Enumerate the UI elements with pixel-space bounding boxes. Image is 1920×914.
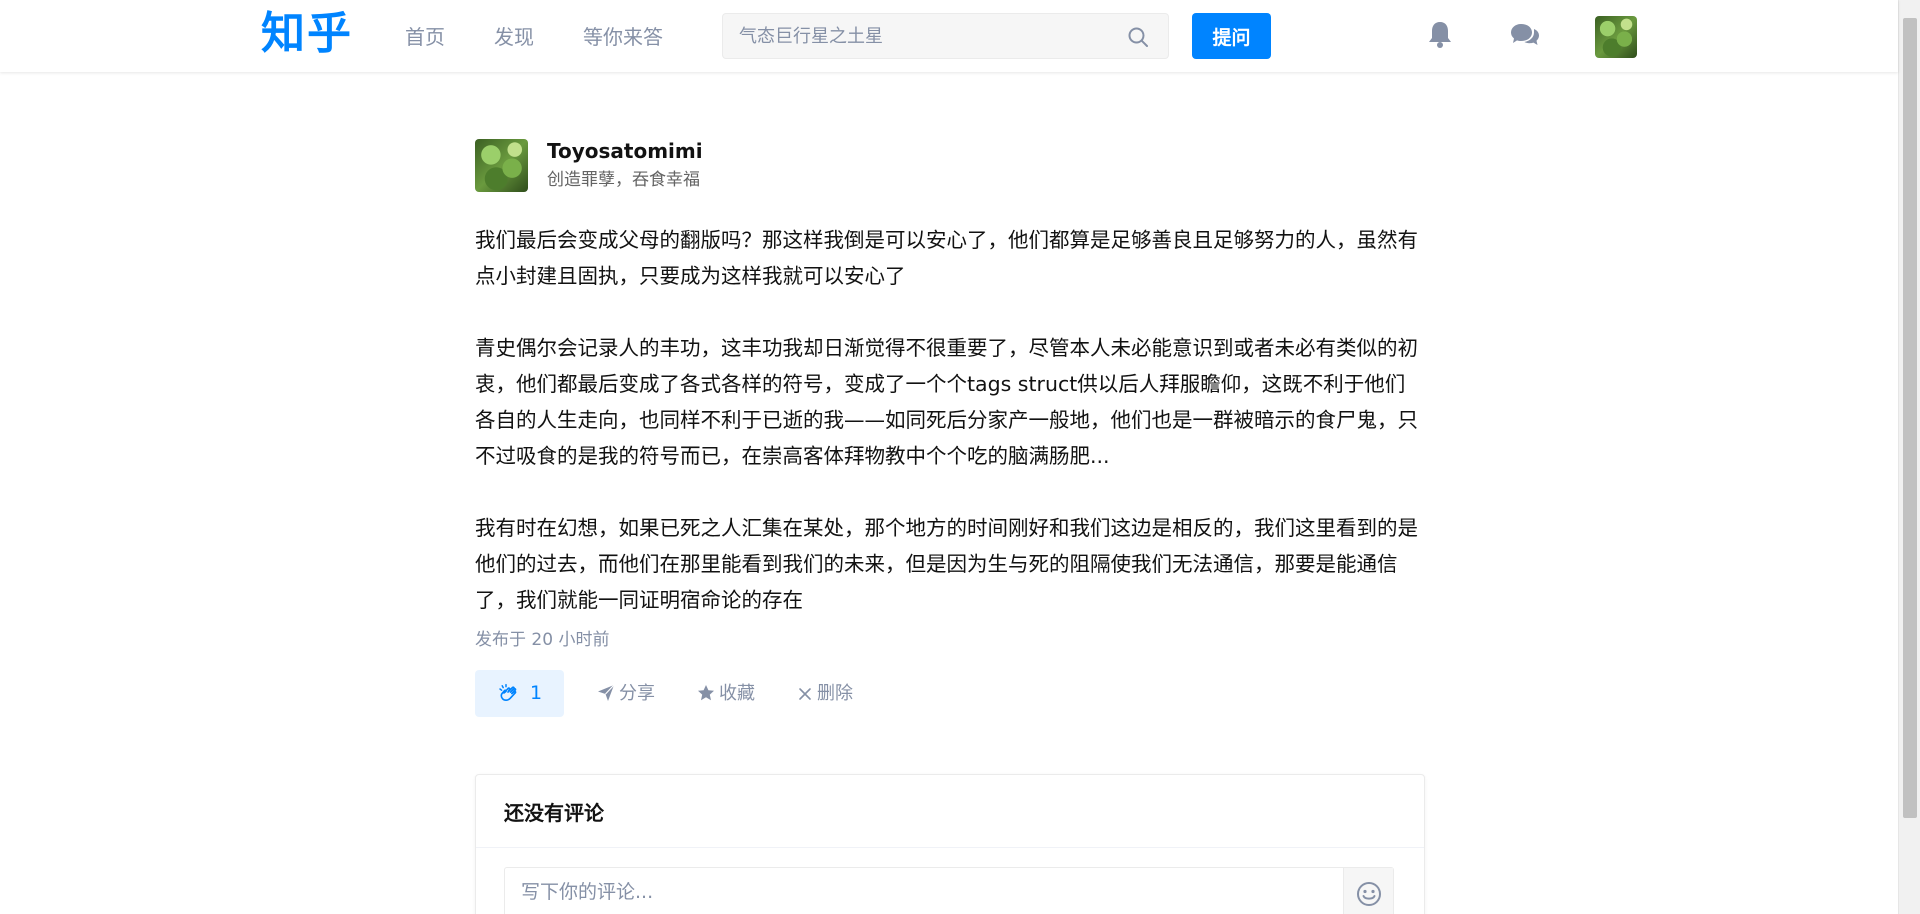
scrollbar-thumb[interactable]: [1903, 18, 1917, 818]
page-scrollbar[interactable]: [1898, 0, 1920, 914]
author-bio: 创造罪孽，吞食幸福: [547, 170, 700, 190]
divider: [476, 847, 1424, 848]
share-button[interactable]: 分享: [597, 682, 655, 706]
chat-bubbles-icon[interactable]: [1509, 18, 1541, 50]
post-time: 发布于 20 小时前: [475, 630, 610, 650]
comments-section: 还没有评论: [475, 774, 1425, 914]
bell-icon[interactable]: [1424, 18, 1456, 50]
comments-title: 还没有评论: [504, 801, 604, 825]
zhihu-logo[interactable]: 知乎: [261, 8, 353, 60]
collect-button[interactable]: 收藏: [697, 682, 755, 706]
comment-input[interactable]: [521, 868, 1321, 914]
post-paragraph: 青史偶尔会记录人的丰功，这丰功我却日渐觉得不很重要了，尽管本人未必能意识到或者未…: [475, 336, 1418, 468]
action-bar: 1 分享 收藏 删除: [475, 670, 1425, 718]
top-navbar: 知乎 首页 发现 等你来答 提问: [0, 0, 1898, 72]
post-content: 我们最后会变成父母的翻版吗？那这样我倒是可以安心了，他们都算是足够善良且足够努力…: [475, 222, 1425, 618]
emoji-icon: [1357, 882, 1381, 906]
post-paragraph: 我有时在幻想，如果已死之人汇集在某处，那个地方的时间刚好和我们这边是相反的，我们…: [475, 516, 1418, 612]
delete-label: 删除: [817, 683, 853, 704]
search-input[interactable]: [739, 14, 1119, 58]
ask-question-button[interactable]: 提问: [1192, 13, 1271, 59]
clap-button[interactable]: 1: [475, 670, 564, 717]
close-icon: [799, 688, 811, 700]
collect-label: 收藏: [719, 683, 755, 704]
nav-waiting-for-answers[interactable]: 等你来答: [583, 22, 663, 52]
clap-count: 1: [530, 682, 543, 704]
author-avatar[interactable]: [475, 139, 528, 192]
user-avatar[interactable]: [1595, 16, 1637, 58]
share-label: 分享: [619, 683, 655, 704]
nav-discover[interactable]: 发现: [494, 22, 534, 52]
emoji-button[interactable]: [1343, 868, 1393, 914]
clap-icon: [499, 683, 517, 701]
comment-box: [504, 867, 1394, 914]
search-icon[interactable]: [1126, 25, 1150, 49]
star-icon: [698, 685, 714, 701]
paper-plane-icon: [598, 684, 615, 701]
author-name[interactable]: Toyosatomimi: [547, 138, 703, 164]
search-box: [722, 13, 1169, 59]
post-paragraph: 我们最后会变成父母的翻版吗？那这样我倒是可以安心了，他们都算是足够善良且足够努力…: [475, 228, 1418, 288]
delete-button[interactable]: 删除: [797, 682, 853, 706]
nav-home[interactable]: 首页: [405, 22, 445, 52]
